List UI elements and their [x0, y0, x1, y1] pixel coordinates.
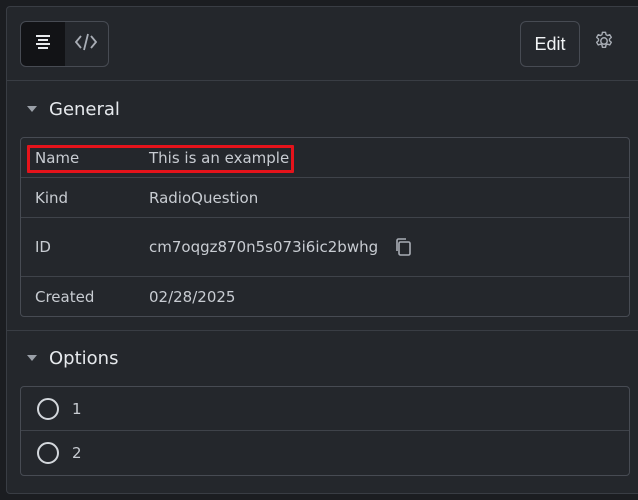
properties-panel: Edit General Name This is an example Kin… — [6, 6, 638, 494]
options-section-header[interactable]: Options — [7, 338, 638, 378]
highlight-box — [27, 145, 294, 173]
option-item[interactable]: 1 — [21, 387, 629, 431]
toolbar: Edit — [7, 7, 638, 81]
options-list: 1 2 — [20, 386, 630, 476]
table-row-kind: Kind RadioQuestion — [21, 178, 629, 218]
general-section-header[interactable]: General — [7, 89, 638, 129]
settings-button[interactable] — [592, 31, 616, 55]
option-label: 1 — [72, 399, 82, 418]
option-label: 2 — [72, 444, 82, 462]
row-label: Kind — [35, 188, 69, 207]
row-label: Created — [35, 287, 95, 306]
row-value: RadioQuestion — [149, 188, 259, 207]
copy-icon[interactable] — [394, 237, 412, 257]
text-align-icon — [34, 34, 52, 54]
caret-down-icon — [27, 355, 37, 361]
caret-down-icon — [27, 106, 37, 112]
option-item[interactable]: 2 — [21, 431, 629, 475]
formatted-view-button[interactable] — [21, 22, 65, 66]
code-icon — [75, 33, 98, 55]
row-label: ID — [35, 238, 51, 256]
id-value: cm7oqgz870n5s073i6ic2bwhg — [149, 238, 379, 256]
radio-button[interactable] — [37, 442, 59, 464]
table-row-created: Created 02/28/2025 — [21, 277, 629, 316]
general-section-title: General — [49, 98, 120, 120]
gear-icon — [593, 30, 615, 56]
general-table: Name This is an example Kind RadioQuesti… — [20, 137, 630, 317]
section-divider — [7, 330, 638, 331]
radio-button[interactable] — [37, 397, 59, 420]
table-row-id: ID cm7oqgz870n5s073i6ic2bwhg — [21, 218, 629, 277]
row-value: 02/28/2025 — [149, 287, 236, 306]
edit-button[interactable]: Edit — [520, 21, 580, 67]
table-row-name: Name This is an example — [21, 138, 629, 178]
row-value-wrap: cm7oqgz870n5s073i6ic2bwhg — [149, 237, 412, 257]
view-toggle — [20, 21, 109, 67]
code-view-button[interactable] — [65, 22, 109, 66]
options-section-title: Options — [49, 347, 119, 369]
